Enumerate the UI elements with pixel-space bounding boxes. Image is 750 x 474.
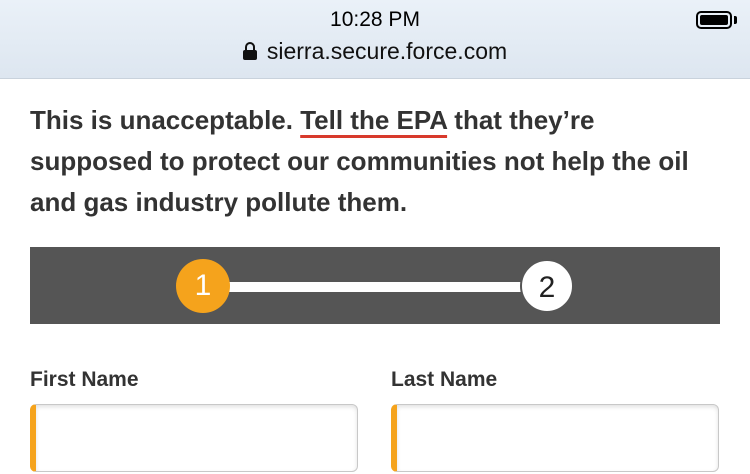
status-time: 10:28 PM	[330, 8, 420, 31]
step-1-indicator[interactable]: 1	[176, 259, 230, 313]
tell-epa-link[interactable]: Tell the EPA	[300, 105, 447, 135]
form-progress-stepper: 1 2	[30, 247, 720, 324]
step-track	[210, 282, 555, 292]
battery-nub	[734, 16, 737, 24]
last-name-field[interactable]	[391, 404, 719, 472]
browser-status-bar: 10:28 PM sierra.secure.force.com	[0, 0, 750, 79]
campaign-message: This is unacceptable. Tell the EPA that …	[30, 100, 720, 223]
last-name-label: Last Name	[391, 368, 498, 391]
address-bar[interactable]: sierra.secure.force.com	[0, 38, 750, 65]
first-name-field[interactable]	[30, 404, 358, 472]
first-name-label: First Name	[30, 368, 139, 391]
battery-icon	[696, 11, 732, 29]
battery-level-fill	[700, 15, 728, 25]
url-text: sierra.secure.force.com	[266, 38, 508, 64]
step-2-indicator[interactable]: 2	[520, 259, 574, 313]
message-intro: This is unacceptable.	[30, 105, 301, 135]
lock-icon	[242, 42, 257, 60]
